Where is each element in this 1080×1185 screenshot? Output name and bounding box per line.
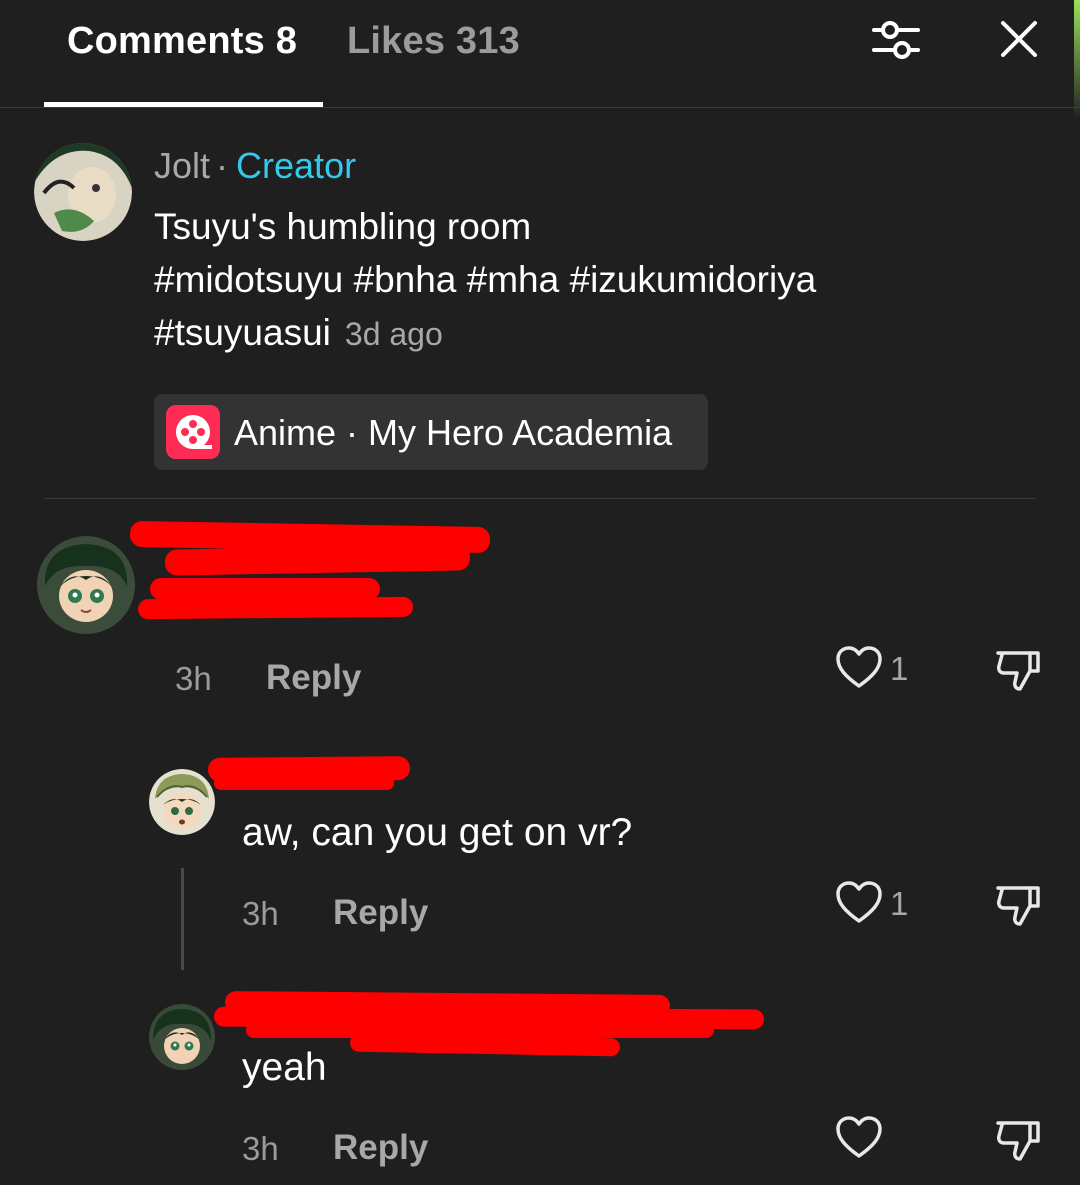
comment-time: 3h	[175, 660, 212, 697]
post-time: 3d ago	[344, 316, 443, 352]
section-divider	[44, 498, 1036, 499]
like-count: 1	[890, 650, 909, 687]
tab-likes[interactable]: Likes 313	[347, 20, 520, 63]
like-count: 1	[890, 885, 909, 922]
author-separator: ·	[216, 145, 229, 186]
creator-avatar[interactable]	[34, 143, 132, 241]
reply-time: 3h	[242, 1130, 279, 1167]
caption-hashtag[interactable]: #tsuyuasui	[154, 312, 331, 353]
film-reel-icon	[166, 405, 220, 459]
caption-hashtags[interactable]: #midotsuyu #bnha #mha #izukumidoriya	[154, 253, 974, 306]
post-author-line: Jolt · Creator	[154, 145, 356, 187]
post-author-name[interactable]: Jolt	[154, 145, 210, 186]
topic-chip[interactable]: Anime · My Hero Academia	[154, 394, 708, 470]
redaction-mark	[137, 596, 414, 620]
reply-avatar[interactable]	[149, 769, 215, 835]
heart-icon[interactable]	[835, 1116, 883, 1160]
caption-title: Tsuyu's humbling room	[154, 206, 532, 247]
dislike-icon[interactable]	[994, 645, 1042, 693]
reply-avatar[interactable]	[149, 1004, 215, 1070]
redaction-mark	[164, 544, 471, 576]
heart-icon[interactable]	[835, 646, 883, 690]
topic-label: Anime · My Hero Academia	[234, 412, 673, 453]
thread-line	[181, 868, 184, 970]
redaction-mark	[349, 1033, 621, 1057]
dislike-icon[interactable]	[994, 1115, 1042, 1163]
dislike-icon[interactable]	[994, 880, 1042, 928]
comment-avatar[interactable]	[37, 536, 135, 634]
caption-hashtags-line: #tsuyuasui 3d ago	[154, 306, 974, 361]
reply-text: aw, can you get on vr?	[242, 811, 633, 854]
header-divider	[0, 107, 1080, 108]
redaction-mark	[214, 776, 394, 790]
reply-text: yeah	[242, 1046, 327, 1089]
sliders-icon[interactable]	[868, 14, 924, 66]
reply-button[interactable]: Reply	[333, 1128, 428, 1168]
screen-edge-accent	[1074, 0, 1080, 120]
tab-comments[interactable]: Comments 8	[67, 20, 297, 63]
post-caption: Tsuyu's humbling room #midotsuyu #bnha #…	[154, 200, 974, 361]
creator-badge: Creator	[236, 145, 357, 186]
reply-button[interactable]: Reply	[266, 658, 361, 698]
close-icon[interactable]	[1000, 20, 1038, 58]
reply-time: 3h	[242, 895, 279, 932]
heart-icon[interactable]	[835, 881, 883, 925]
reply-button[interactable]: Reply	[333, 893, 428, 933]
